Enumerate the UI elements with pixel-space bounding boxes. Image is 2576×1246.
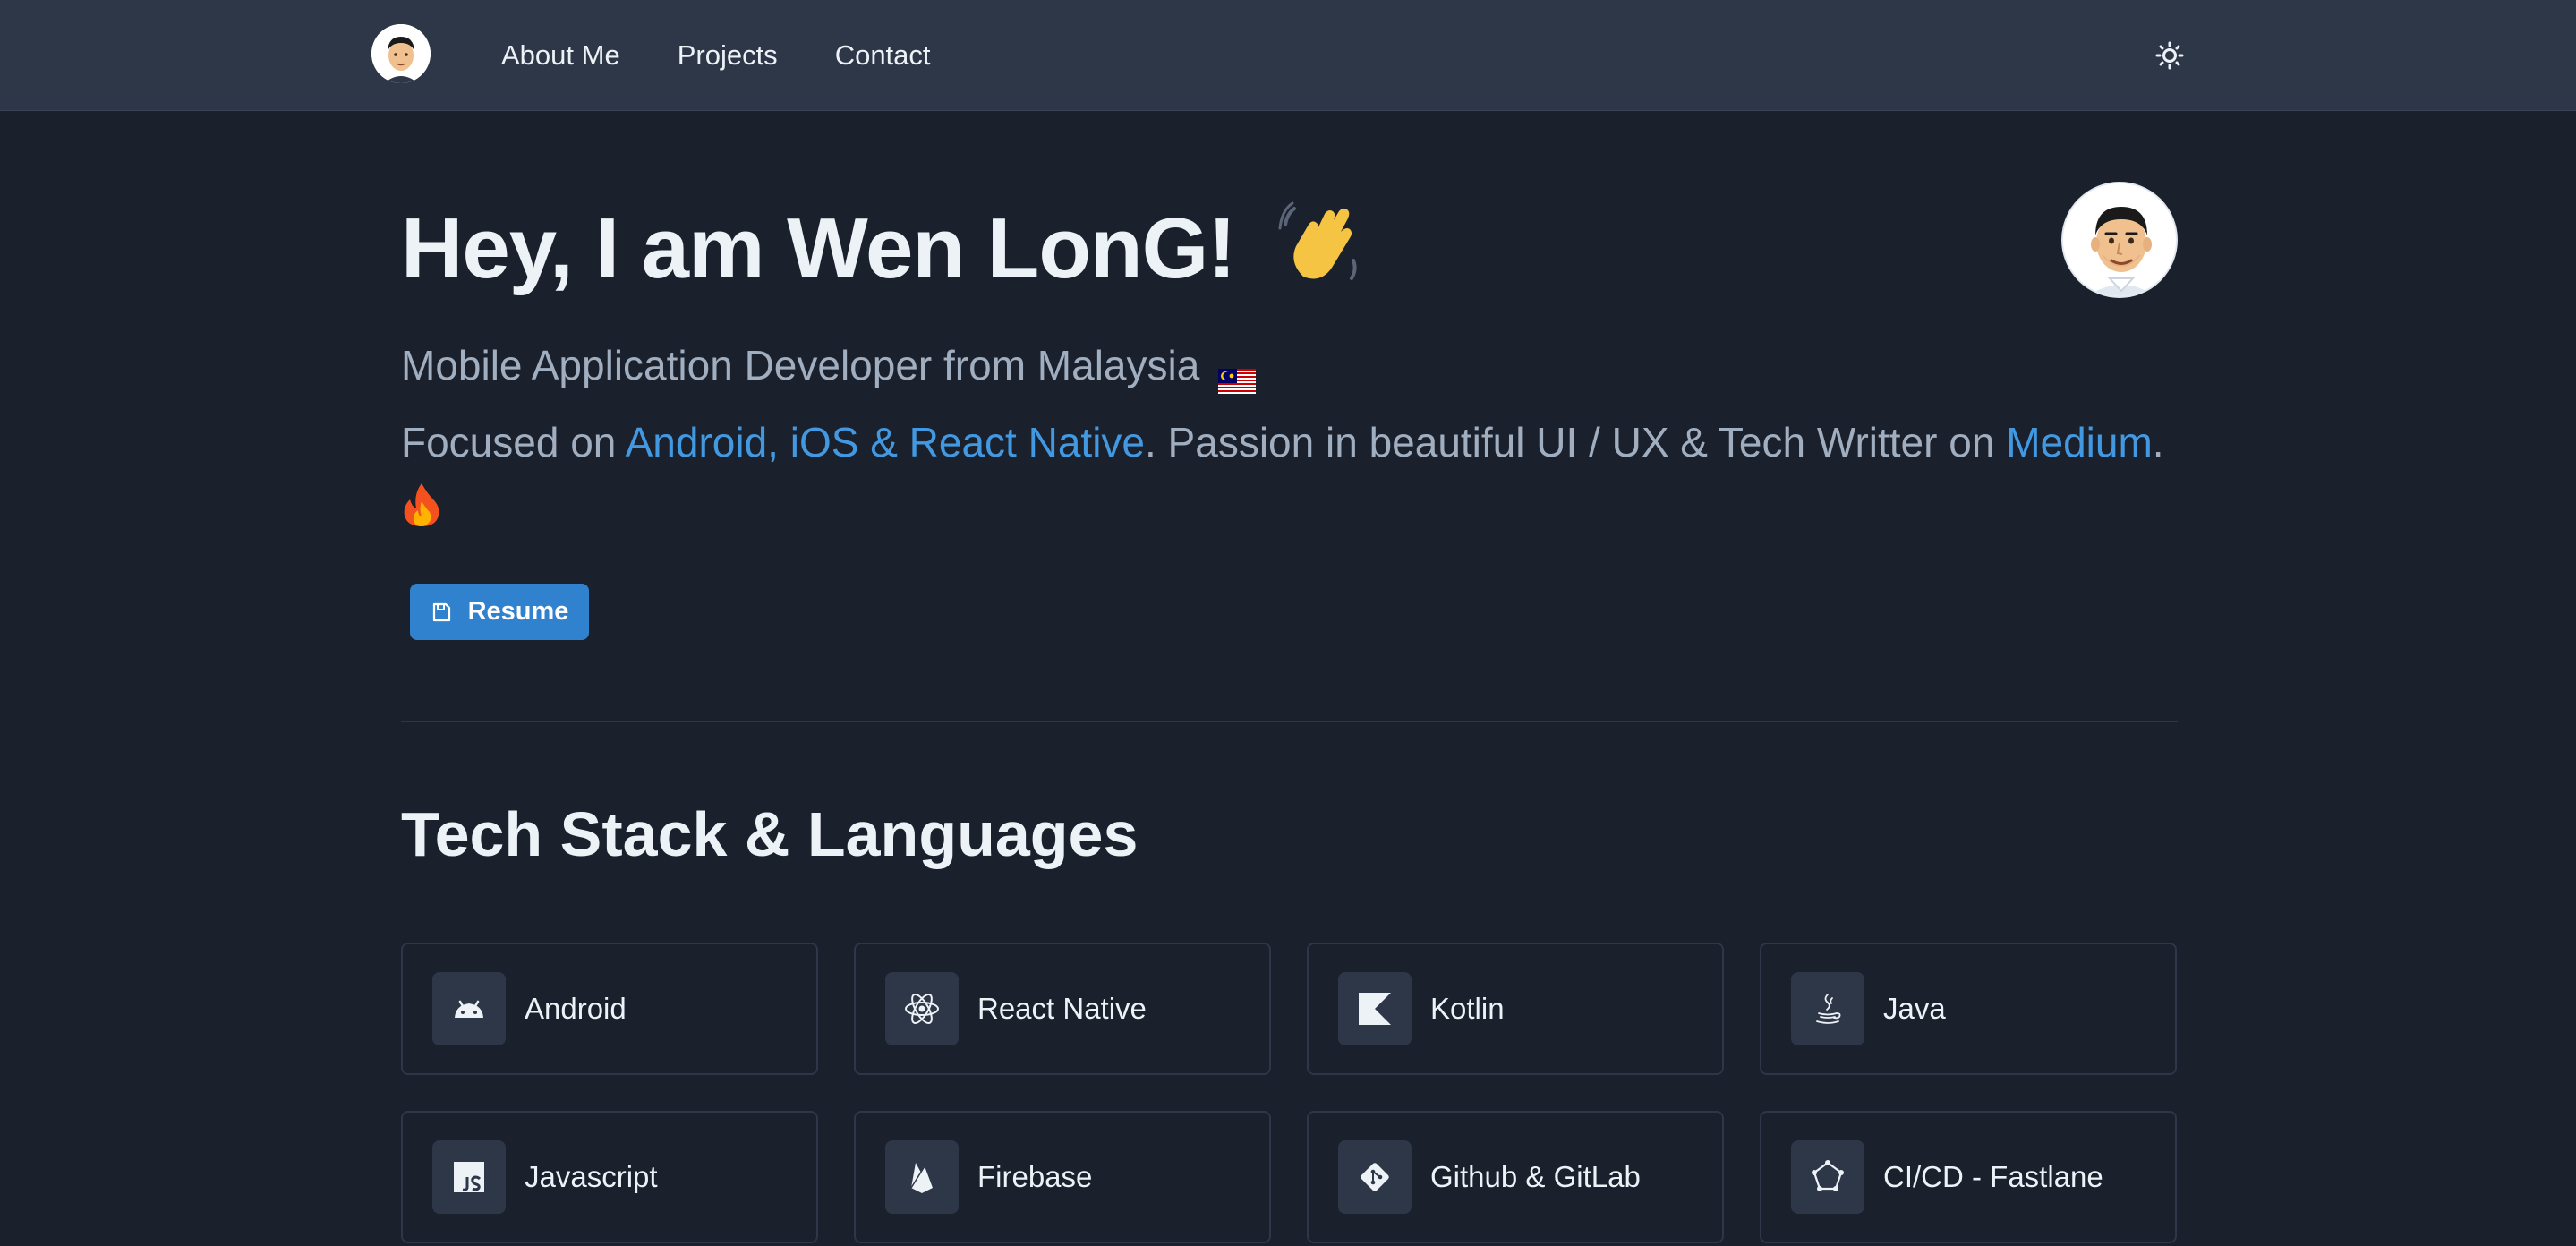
stack-card-github-gitlab[interactable]: Github & GitLab	[1307, 1111, 1724, 1243]
nav-link-contact[interactable]: Contact	[835, 39, 931, 72]
section-divider	[401, 721, 2178, 722]
stack-card-kotlin[interactable]: Kotlin	[1307, 943, 1724, 1075]
stack-label: CI/CD - Fastlane	[1883, 1160, 2103, 1193]
hero-focus-text: Focused on Android, iOS & React Native. …	[401, 408, 2182, 548]
malaysia-flag-icon	[1218, 353, 1257, 394]
resume-button[interactable]: Resume	[410, 584, 589, 640]
theme-toggle-button[interactable]	[2148, 34, 2191, 77]
nav-link-about-me[interactable]: About Me	[501, 39, 620, 72]
wave-icon	[1276, 198, 1366, 312]
nav-avatar-icon[interactable]	[371, 24, 431, 83]
focus-middle: . Passion in beautiful UI / UX & Tech Wr…	[1145, 419, 2007, 465]
top-navbar: About Me Projects Contact	[0, 0, 2576, 111]
stack-card-firebase[interactable]: Firebase	[854, 1111, 1271, 1243]
tech-stack-heading: Tech Stack & Languages	[401, 799, 1139, 869]
stack-label: Github & GitLab	[1430, 1160, 1641, 1193]
hero-heading: Hey, I am Wen LonG!	[401, 195, 1366, 312]
stack-label: Javascript	[525, 1160, 658, 1193]
stack-label: React Native	[977, 992, 1147, 1025]
android-icon	[432, 972, 506, 1045]
focus-prefix: Focused on	[401, 419, 626, 465]
stack-card-java[interactable]: Java	[1760, 943, 2177, 1075]
firebase-icon	[885, 1140, 959, 1214]
greeting-text: Hey, I am Wen LonG!	[401, 201, 1236, 296]
stack-card-react-native[interactable]: React Native	[854, 943, 1271, 1075]
javascript-icon	[432, 1140, 506, 1214]
stack-label: Android	[525, 992, 627, 1025]
fire-icon	[401, 480, 442, 548]
hero-subtitle-text: Mobile Application Developer from Malays…	[401, 342, 1200, 388]
save-icon	[431, 602, 452, 623]
focus-suffix: .	[2152, 419, 2164, 465]
react-icon	[885, 972, 959, 1045]
stack-card-cicd-fastlane[interactable]: CI/CD - Fastlane	[1760, 1111, 2177, 1243]
tech-stack-grid: Android React Native Kotlin Java Javascr…	[401, 943, 2178, 1243]
stack-card-android[interactable]: Android	[401, 943, 818, 1075]
stack-card-javascript[interactable]: Javascript	[401, 1111, 818, 1243]
hero-subtitle: Mobile Application Developer from Malays…	[401, 338, 1257, 394]
sun-icon	[2155, 41, 2184, 70]
stack-label: Kotlin	[1430, 992, 1505, 1025]
java-icon	[1791, 972, 1864, 1045]
kotlin-icon	[1338, 972, 1412, 1045]
resume-button-label: Resume	[467, 597, 569, 626]
stack-label: Firebase	[977, 1160, 1093, 1193]
medium-link[interactable]: Medium	[2006, 419, 2153, 465]
profile-avatar-icon	[2061, 182, 2178, 298]
nav-link-projects[interactable]: Projects	[678, 39, 778, 72]
git-icon	[1338, 1140, 1412, 1214]
platforms-link[interactable]: Android, iOS & React Native	[626, 419, 1145, 465]
stack-label: Java	[1883, 992, 1946, 1025]
fastlane-icon	[1791, 1140, 1864, 1214]
